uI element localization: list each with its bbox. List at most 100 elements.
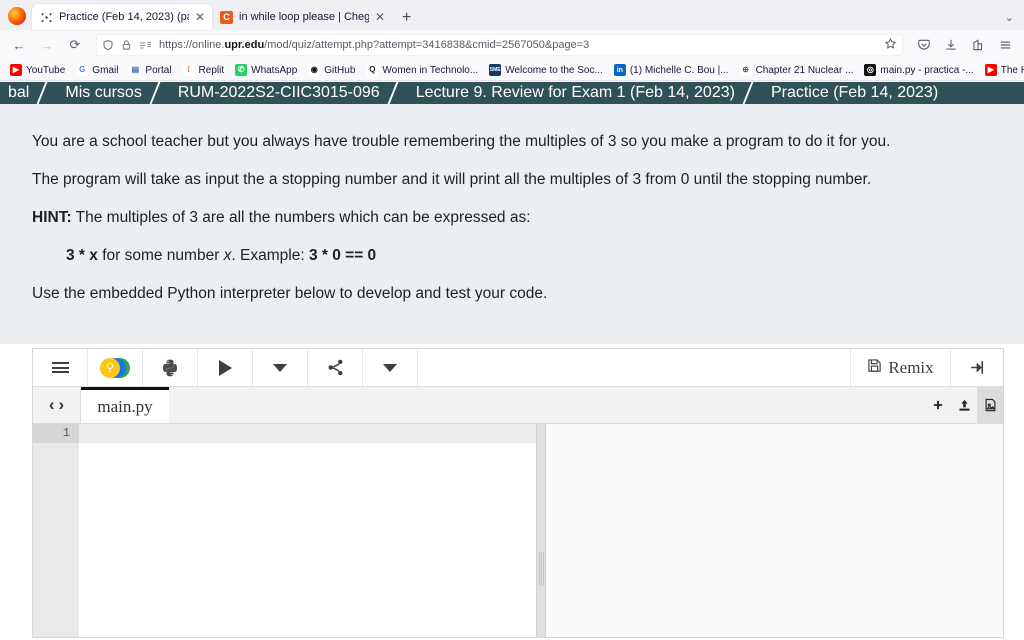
forward-button[interactable]: →: [34, 33, 60, 57]
bookmark-label: Replit: [198, 64, 225, 76]
breadcrumb-separator: [743, 82, 763, 104]
back-button[interactable]: ←: [6, 33, 32, 57]
bookmark-label: Welcome to the Soc...: [505, 64, 603, 76]
address-bar[interactable]: https://online.upr.edu/mod/quiz/attempt.…: [96, 34, 903, 56]
sign-in-button[interactable]: [951, 349, 1003, 386]
remix-button[interactable]: Remix: [851, 349, 951, 386]
tab-title: Practice (Feb 14, 2023) (página: [59, 11, 189, 23]
bookmark-item[interactable]: ◎ main.py - practica -...: [860, 63, 977, 77]
replit-key-logo-icon[interactable]: ⚲: [88, 349, 143, 386]
bookmark-item[interactable]: ▶ YouTube: [6, 63, 69, 77]
file-forward-icon[interactable]: ›: [59, 395, 65, 415]
sme-icon: SME: [489, 64, 502, 76]
question-content: You are a school teacher but you always …: [0, 104, 1024, 344]
hint-label: HINT:: [32, 209, 72, 227]
file-nav-arrows[interactable]: ‹ ›: [33, 387, 81, 423]
globe-icon: ⊕: [739, 64, 752, 76]
share-dropdown-chevron-down-icon[interactable]: [363, 349, 418, 386]
code-editor[interactable]: 1: [33, 424, 1003, 637]
save-floppy-icon: [867, 358, 882, 378]
bookmark-item[interactable]: ⊕ Chapter 21 Nuclear ...: [736, 63, 858, 77]
close-icon[interactable]: ✕: [195, 11, 205, 23]
github-icon: ◉: [308, 64, 321, 76]
console-pane[interactable]: [546, 424, 1003, 637]
file-tab-main-py[interactable]: main.py: [81, 387, 169, 423]
youtube-icon: ▶: [984, 64, 997, 76]
plus-icon[interactable]: [925, 387, 951, 423]
hint-text: The multiples of 3 are all the numbers w…: [71, 209, 531, 227]
close-icon[interactable]: ✕: [375, 11, 385, 23]
formula-expression: 3 * x: [66, 247, 98, 265]
bookmark-label: (1) Michelle C. Bou |...: [629, 64, 729, 76]
file-back-icon[interactable]: ‹: [49, 395, 55, 415]
line-number: 1: [33, 424, 79, 443]
editor-splitter-handle[interactable]: [536, 424, 546, 637]
breadcrumb-item-1[interactable]: Mis cursos: [57, 82, 149, 104]
downloads-icon[interactable]: [938, 33, 964, 57]
bookmark-item[interactable]: Q Women in Technolo...: [362, 63, 482, 77]
gmail-icon: G: [76, 64, 89, 76]
bookmark-label: GitHub: [324, 64, 356, 76]
account-icon[interactable]: [965, 33, 991, 57]
python-logo-icon[interactable]: [143, 349, 198, 386]
bookmark-item[interactable]: ▶The Harsh Reality of...: [981, 63, 1024, 77]
bookmark-item[interactable]: in (1) Michelle C. Bou |...: [610, 63, 733, 77]
replit-toolbar: ⚲ Remix: [33, 349, 1003, 387]
code-text-area[interactable]: [79, 424, 536, 637]
linkedin-icon: in: [613, 64, 626, 76]
bookmark-label: YouTube: [26, 64, 66, 76]
breadcrumb-item-0[interactable]: bal: [0, 82, 37, 104]
run-play-icon[interactable]: [198, 349, 253, 386]
navigation-toolbar: ← → ⟳ https://online.upr.edu/mod/quiz/at…: [0, 30, 1024, 60]
bookmark-item[interactable]: SME Welcome to the Soc...: [485, 63, 607, 77]
reader-view-icon[interactable]: [139, 40, 152, 51]
new-tab-button[interactable]: +: [392, 10, 421, 30]
hamburger-menu-icon[interactable]: [33, 349, 88, 386]
breadcrumb-separator: [388, 82, 408, 104]
list-all-tabs-icon[interactable]: ⌄: [1005, 11, 1024, 30]
bookmark-item[interactable]: ⁞ Replit: [179, 63, 229, 77]
share-icon[interactable]: [308, 349, 363, 386]
reload-button[interactable]: ⟳: [62, 33, 88, 57]
breadcrumb-separator: [37, 82, 57, 104]
line-number-gutter: 1: [33, 424, 79, 637]
remix-label: Remix: [888, 357, 934, 377]
question-paragraph-2: The program will take as input the a sto…: [32, 171, 872, 189]
shield-icon[interactable]: [102, 39, 114, 51]
replit-embed: ⚲ Remix ‹ › main.py 1: [32, 348, 1004, 638]
browser-tab-1[interactable]: C in while loop please | Chegg.com ✕: [212, 4, 392, 30]
app-menu-icon[interactable]: [992, 33, 1018, 57]
run-dropdown-chevron-down-icon[interactable]: [253, 349, 308, 386]
replit-icon: ⁞: [182, 64, 195, 76]
breadcrumb-item-4[interactable]: Practice (Feb 14, 2023): [763, 82, 946, 104]
replit-file-bar: ‹ › main.py: [33, 387, 1003, 424]
tab-strip: Practice (Feb 14, 2023) (página ✕ C in w…: [0, 0, 1024, 30]
bookmark-item[interactable]: G Gmail: [72, 63, 122, 77]
upload-icon[interactable]: [951, 387, 977, 423]
browser-tab-0[interactable]: Practice (Feb 14, 2023) (página ✕: [32, 4, 212, 30]
bookmark-star-icon[interactable]: [884, 37, 897, 53]
bookmark-item[interactable]: ✆ WhatsApp: [231, 63, 301, 77]
bookmark-label: main.py - practica -...: [880, 64, 974, 76]
lock-icon[interactable]: [121, 39, 132, 51]
breadcrumb-item-2[interactable]: RUM-2022S2-CIIC3015-096: [170, 82, 388, 104]
question-formula: 3 * x for some number x. Example: 3 * 0 …: [32, 244, 992, 268]
question-paragraph-4: Use the embedded Python interpreter belo…: [32, 285, 548, 303]
breadcrumb-separator: [150, 82, 170, 104]
file-image-icon[interactable]: [977, 387, 1003, 423]
pocket-icon[interactable]: [911, 33, 937, 57]
file-bar-spacer: [169, 387, 925, 423]
bookmarks-bar: ▶ YouTube G Gmail ▤ Portal ⁞ Replit ✆ WhatsAp…: [0, 60, 1024, 81]
chegg-icon: C: [220, 10, 233, 24]
breadcrumb-item-3[interactable]: Lecture 9. Review for Exam 1 (Feb 14, 20…: [408, 82, 743, 104]
bookmark-item[interactable]: ◉ GitHub: [304, 63, 359, 77]
firefox-logo-icon: [8, 7, 26, 25]
portal-icon: ▤: [129, 64, 142, 76]
bookmark-label: The Harsh Reality of...: [1000, 64, 1024, 76]
bookmark-item[interactable]: ▤ Portal: [125, 63, 175, 77]
page-viewport: bal Mis cursos RUM-2022S2-CIIC3015-096 L…: [0, 82, 1024, 640]
bookmark-label: Gmail: [92, 64, 119, 76]
browser-toolbar-right: [911, 33, 1018, 57]
formula-text-2: . Example:: [231, 247, 309, 265]
whatsapp-icon: ✆: [235, 64, 248, 76]
